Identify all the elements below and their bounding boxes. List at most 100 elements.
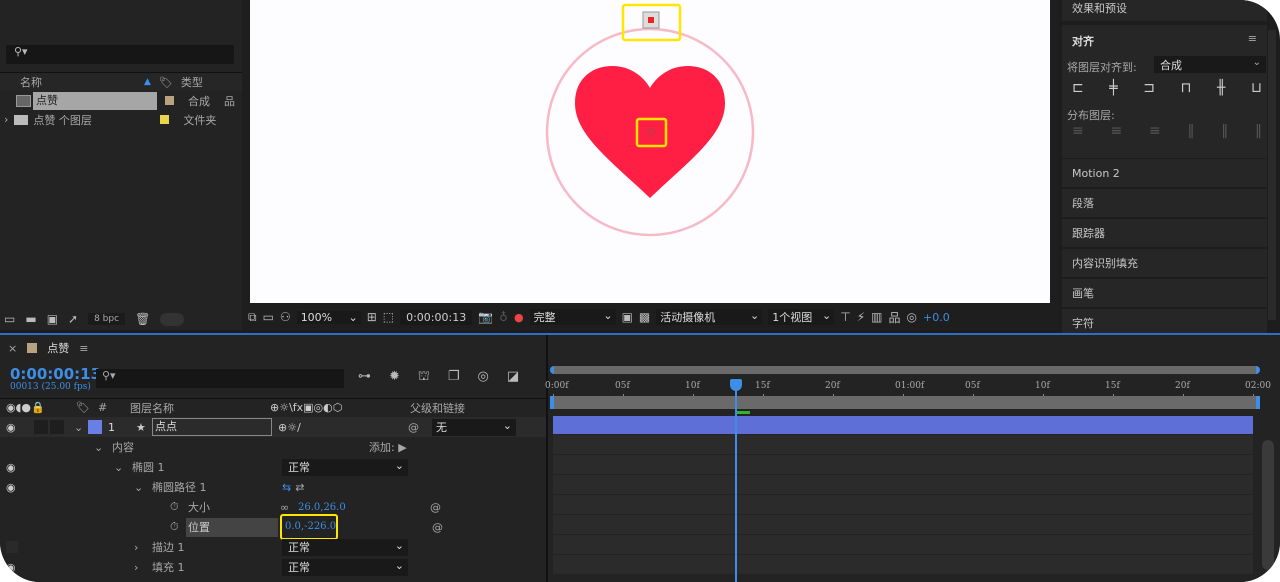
flowchart-icon[interactable]: 品 (888, 309, 900, 326)
ellipse-group-row[interactable]: ◉ ⌄ 椭圆 1 正常 ⌄ (0, 457, 547, 477)
size-property-row[interactable]: ⏱ 大小 ∞ 26.0,26.0 @ (0, 497, 547, 517)
layer-duration-bar[interactable] (553, 416, 1253, 434)
expression-pickwhip-icon[interactable]: @ (432, 521, 443, 534)
panel-brush[interactable]: 画笔 (1062, 279, 1267, 307)
camera-dropdown[interactable]: 活动摄像机 ⌄ (656, 309, 763, 325)
blend-mode-dropdown[interactable]: 正常 ⌄ (282, 538, 408, 556)
exposure-value[interactable]: +0.0 (923, 311, 950, 324)
resolution-dropdown[interactable]: 完整 ⌄ (529, 309, 616, 325)
distribute-left-icon[interactable]: ‖ (1187, 123, 1194, 139)
right-scrollbar[interactable] (1268, 30, 1276, 320)
align-right-icon[interactable]: ⊐ (1143, 80, 1155, 96)
viewer-timecode[interactable]: 0:00:00:13 (400, 309, 473, 325)
interpret-footage-icon[interactable]: ▭ (4, 312, 15, 326)
column-type-header[interactable]: 类型 (181, 74, 203, 90)
distribute-top-icon[interactable]: ≡ (1072, 123, 1084, 139)
layer-name-field[interactable]: 点点 (152, 418, 272, 436)
tab-menu-icon[interactable]: ≡ (79, 342, 88, 355)
collapse-arrow-icon[interactable]: ⌄ (94, 441, 112, 454)
visibility-eye-icon[interactable]: ◉ (6, 461, 114, 474)
views-dropdown[interactable]: 1个视图 ⌄ (768, 309, 835, 325)
composition-canvas[interactable] (250, 0, 1050, 303)
collapse-arrow-icon[interactable]: ⌄ (74, 421, 88, 434)
align-vcenter-icon[interactable]: ╫ (1217, 80, 1225, 96)
playhead-handle[interactable] (730, 379, 742, 391)
layer-color-swatch[interactable] (88, 420, 102, 434)
timeline-icon[interactable]: ▥ (871, 310, 882, 324)
align-top-icon[interactable]: ⊓ (1181, 80, 1192, 96)
blend-mode-dropdown[interactable]: 正常 ⌄ (282, 458, 408, 476)
motion-blur-icon[interactable]: ◎ (478, 369, 489, 386)
sort-ascending-icon[interactable]: ▲ (144, 77, 151, 87)
pickwhip-icon[interactable]: @ (408, 421, 432, 434)
project-item-comp[interactable]: 点赞 合成 品 (0, 91, 242, 110)
expand-arrow-icon[interactable]: › (134, 561, 152, 574)
toggle-pixel-icon[interactable]: ⊤ (840, 310, 850, 324)
exposure-reset-icon[interactable]: ◎ (907, 310, 917, 324)
toggle[interactable] (160, 312, 185, 326)
comp-tab[interactable]: 点赞 (47, 340, 69, 356)
distribute-bottom-icon[interactable]: ≡ (1149, 123, 1161, 139)
layer-switches[interactable]: ⊕☼/ (278, 421, 408, 434)
path-direction-icon[interactable]: ⇆ (282, 481, 291, 494)
transparency-grid-icon[interactable]: ⬚ (383, 310, 394, 324)
align-bottom-icon[interactable]: ⊔ (1251, 80, 1262, 96)
trash-icon[interactable]: 🗑 (135, 312, 150, 326)
close-tab-icon[interactable]: × (8, 342, 17, 355)
panel-content-aware-fill[interactable]: 内容识别填充 (1062, 249, 1267, 277)
panel-tracker[interactable]: 跟踪器 (1062, 219, 1267, 247)
path-direction-reverse-icon[interactable]: ⇄ (295, 481, 304, 494)
always-preview-icon[interactable]: ⧉ (248, 310, 257, 325)
comp-mini-flowchart-icon[interactable]: ⊶ (358, 369, 371, 386)
panel-menu-icon[interactable]: ≡ (1248, 32, 1257, 45)
collapse-arrow-icon[interactable]: ⌄ (134, 481, 152, 494)
panel-paragraph[interactable]: 段落 (1062, 189, 1267, 217)
align-left-icon[interactable]: ⊏ (1072, 80, 1084, 96)
label-color-swatch[interactable] (165, 96, 174, 105)
transparency-icon[interactable]: ▩ (639, 310, 650, 324)
fast-draft-icon[interactable]: ⚡ (857, 310, 865, 324)
distribute-hcenter-icon[interactable]: ‖ (1221, 123, 1228, 139)
layer-name-header[interactable]: 图层名称 (130, 400, 270, 416)
zoom-dropdown[interactable]: 100% ⌄ (296, 310, 361, 324)
parent-dropdown[interactable]: 无 ⌄ (432, 418, 516, 436)
layer-row[interactable]: ◉ ⌄ 1 ★ 点点 ⊕☼/ @ 无 ⌄ (0, 417, 547, 437)
mask-icon[interactable]: ⚇ (280, 310, 291, 324)
expand-arrow-icon[interactable]: › (4, 113, 8, 126)
project-item-folder[interactable]: › 点赞 个图层 文件夹 (0, 110, 242, 129)
visibility-eye-icon[interactable]: ◉ (6, 481, 134, 494)
fast-preview-icon[interactable]: ▣ (622, 310, 633, 324)
new-folder-icon[interactable]: ▬ (25, 312, 36, 326)
fill-row[interactable]: ◉ › 填充 1 正常 ⌄ (0, 557, 547, 577)
panel-motion2[interactable]: Motion 2 (1062, 159, 1267, 187)
visibility-eye-icon[interactable]: ◉ (6, 421, 34, 434)
label-color-swatch[interactable] (160, 115, 170, 124)
size-value[interactable]: 26.0,26.0 (298, 502, 430, 513)
column-name-header[interactable]: 名称 (20, 74, 144, 90)
channel-icon[interactable]: ● (514, 311, 524, 324)
show-snapshot-icon[interactable]: ♁ (499, 310, 508, 324)
graph-editor-icon[interactable]: ◪ (507, 369, 519, 386)
region-icon[interactable]: ⊞ (367, 310, 377, 324)
timeline-search-input[interactable]: ⚲▾ (96, 369, 344, 388)
visibility-eye-icon[interactable]: ◉ (6, 561, 134, 574)
distribute-vcenter-icon[interactable]: ≡ (1110, 123, 1122, 139)
collapse-arrow-icon[interactable]: ⌄ (114, 461, 132, 474)
draft-3d-icon[interactable]: ✹ (389, 369, 400, 386)
render-icon[interactable]: ➚ (68, 312, 78, 326)
stroke-row[interactable]: › 描边 1 正常 ⌄ (0, 537, 547, 557)
flowchart-icon[interactable]: 品 (224, 93, 235, 109)
playhead[interactable] (735, 380, 737, 582)
position-property-row[interactable]: ⏱ 位置 0.0,-226.0 @ (0, 514, 547, 540)
new-composition-icon[interactable]: ▣ (47, 312, 58, 326)
contents-row[interactable]: ⌄ 内容 添加: ▶ (0, 437, 547, 457)
align-hcenter-icon[interactable]: ╪ (1109, 80, 1117, 96)
monitor-icon[interactable]: ▭ (263, 310, 274, 324)
current-time[interactable]: 0:00:00:13 (10, 365, 101, 383)
distribute-right-icon[interactable]: ‖ (1255, 123, 1262, 139)
constrain-link-icon[interactable]: ∞ (280, 501, 298, 514)
frame-blending-icon[interactable]: ❐ (448, 369, 460, 386)
blend-mode-dropdown[interactable]: 正常 ⌄ (282, 558, 408, 576)
effects-presets-tab[interactable]: 效果和预设 (1062, 0, 1267, 21)
search-input[interactable]: ⚲▾ (6, 45, 234, 64)
